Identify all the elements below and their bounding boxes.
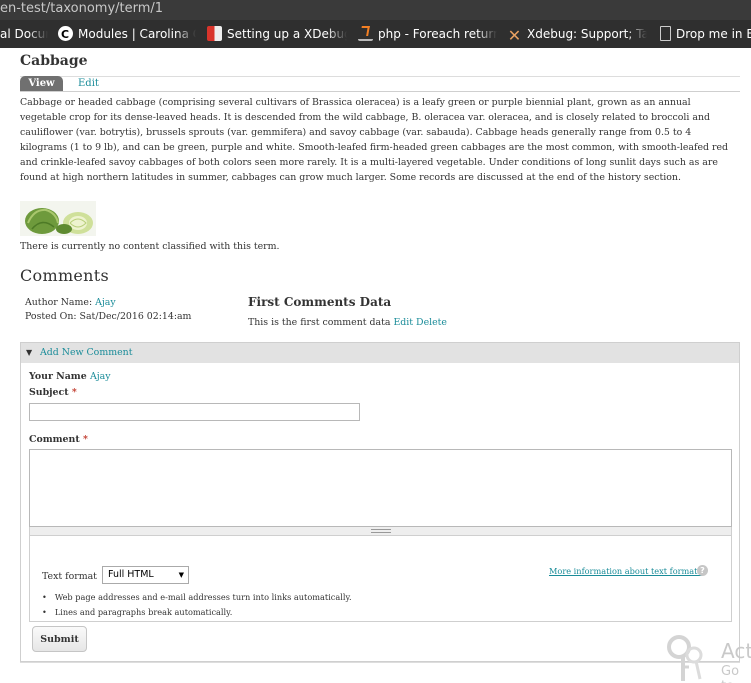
bookmark-item-xdebug-support[interactable]: ✕ Xdebug: Support; Tail: [507, 26, 647, 44]
comment-label: Comment: [29, 434, 80, 445]
tab-view[interactable]: View: [20, 76, 63, 91]
tab-edit[interactable]: Edit: [78, 76, 99, 91]
author-label: Author Name:: [25, 297, 93, 308]
text-format-value: Full HTML: [108, 569, 154, 580]
subject-label-row: Subject *: [29, 387, 77, 398]
bookmarks-bar: al Docum CModules | Carolina Cy Setting …: [0, 20, 751, 48]
dropdown-arrow-icon: ▼: [178, 571, 184, 579]
text-format-label: Text format: [42, 571, 97, 582]
required-mark: *: [71, 387, 77, 398]
comment-delete-link[interactable]: Delete: [416, 317, 447, 328]
your-name-label: Your Name: [29, 371, 87, 382]
add-comment-panel: ▼ Add New Comment Your Name Ajay Subject…: [20, 342, 740, 662]
required-mark: *: [82, 434, 88, 445]
your-name-row: Your Name Ajay: [29, 371, 111, 382]
text-format-select[interactable]: Full HTML ▼: [102, 566, 189, 584]
comment-meta: Author Name: Ajay Posted On: Sat/Dec/201…: [25, 296, 191, 324]
page-title: Cabbage: [20, 53, 88, 69]
format-tips: Web page addresses and e-mail addresses …: [42, 590, 352, 620]
text-format-section: Text format Full HTML ▼ More information…: [29, 536, 732, 622]
author-link[interactable]: Ajay: [95, 297, 116, 308]
bookmark-item-docum[interactable]: al Docum: [0, 26, 48, 44]
text-formats-info-link[interactable]: More information about text formats: [549, 566, 702, 576]
comment-edit-link[interactable]: Edit: [393, 317, 413, 328]
subject-input[interactable]: [29, 403, 360, 421]
comment-text: This is the first comment data: [248, 317, 391, 328]
xdebug-favicon-icon: [207, 26, 222, 41]
comment-body: This is the first comment data Edit Dele…: [248, 317, 447, 328]
format-tip: Web page addresses and e-mail addresses …: [42, 590, 352, 605]
posted-date: Sat/Dec/2016 02:14:am: [79, 311, 192, 322]
bookmark-item-modules[interactable]: C Modules | Carolina Cy: [58, 26, 196, 44]
help-icon[interactable]: ?: [697, 565, 708, 576]
bookmark-item-foreach[interactable]: php - Foreach returns: [358, 26, 497, 44]
posted-label: Posted On:: [25, 311, 77, 322]
xdebug-x-icon: ✕: [507, 26, 522, 44]
divider: [20, 662, 740, 663]
stackoverflow-icon: [358, 26, 373, 41]
cabbage-image: [20, 201, 96, 236]
grip-icon: [371, 529, 391, 533]
divider: [20, 91, 740, 92]
add-comment-title: Add New Comment: [40, 347, 133, 358]
carolina-logo-icon: C: [58, 26, 73, 41]
empty-notice: There is currently no content classified…: [20, 241, 280, 252]
divider: [20, 76, 740, 77]
address-bar[interactable]: en-test/taxonomy/term/1: [0, 0, 751, 20]
submit-button[interactable]: Submit: [32, 626, 87, 652]
bookmark-item-drop-me[interactable]: Drop me in Bo: [660, 26, 751, 44]
activation-watermark-title: Act: [721, 639, 751, 663]
bookmark-label: Drop me in Bo: [676, 27, 751, 41]
caret-down-icon: ▼: [26, 348, 33, 357]
comment-textarea[interactable]: [29, 449, 732, 527]
bookmark-item-xdebug-setup[interactable]: Setting up a XDebug c: [207, 26, 347, 44]
format-tip: Lines and paragraphs break automatically…: [42, 605, 352, 620]
activation-watermark-subtitle: Go to: [721, 664, 740, 683]
subject-label: Subject: [29, 387, 69, 398]
term-description: Cabbage or headed cabbage (comprising se…: [20, 97, 729, 183]
add-comment-toggle[interactable]: ▼ Add New Comment: [21, 343, 739, 363]
document-icon: [660, 26, 671, 41]
your-name-link[interactable]: Ajay: [90, 371, 111, 382]
url-text: en-test/taxonomy/term/1: [0, 1, 164, 16]
textarea-resize-grip[interactable]: [29, 527, 732, 536]
comments-heading: Comments: [20, 266, 110, 285]
comment-title: First Comments Data: [248, 295, 392, 309]
comment-label-row: Comment *: [29, 434, 88, 445]
